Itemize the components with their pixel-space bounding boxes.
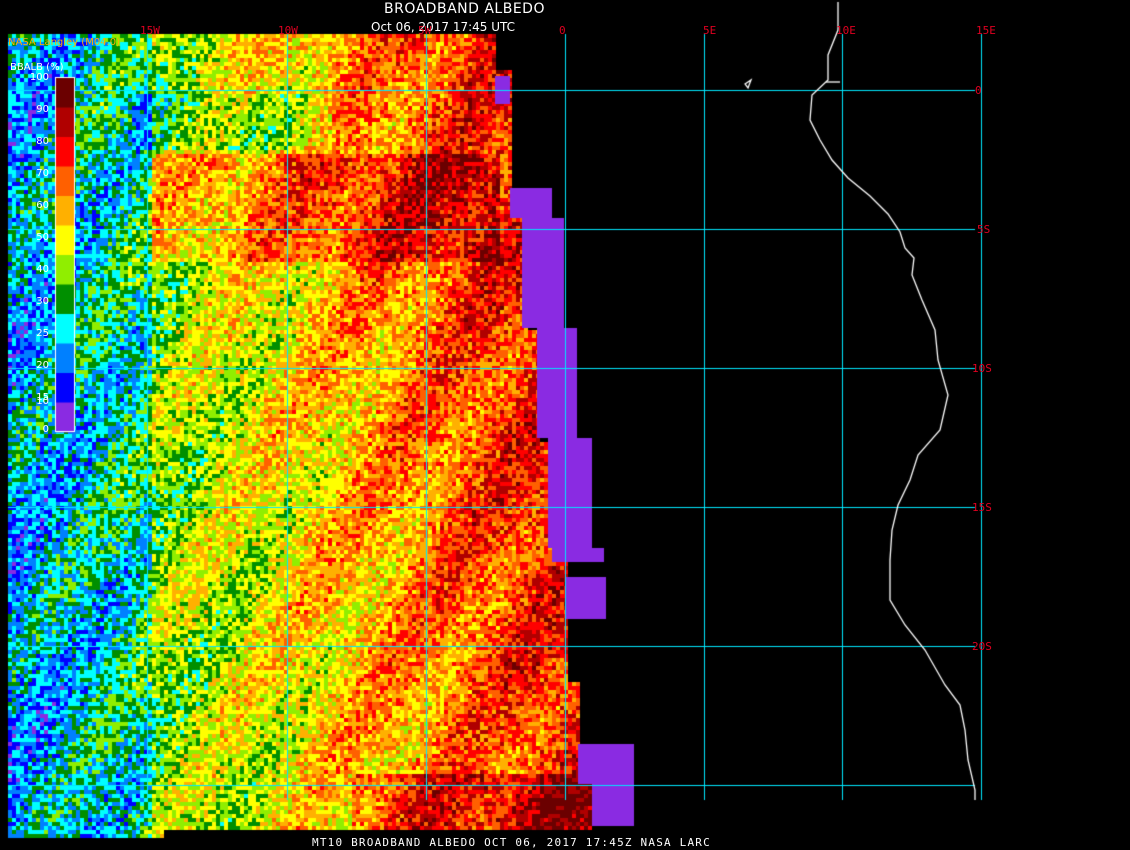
- lon-label: 10E: [836, 24, 856, 37]
- albedo-map: [0, 0, 1130, 850]
- lon-label: 0: [559, 24, 566, 37]
- legend-tick: 30: [36, 296, 49, 307]
- legend-tick: 50: [36, 232, 49, 243]
- lon-label: 10W: [278, 24, 298, 37]
- legend-tick: 40: [36, 264, 49, 275]
- lat-label: 15S: [972, 501, 992, 514]
- lat-label: 5S: [977, 223, 991, 236]
- legend-tick: 100: [29, 72, 49, 83]
- map-timestamp: Oct 06, 2017 17:45 UTC: [371, 20, 515, 34]
- map-title: BROADBAND ALBEDO: [384, 1, 545, 17]
- legend-tick: 0: [42, 424, 49, 435]
- legend-tick: 20: [36, 360, 49, 371]
- lat-label: 10S: [972, 362, 992, 375]
- lat-label: 0: [975, 84, 982, 97]
- footer-caption: MT10 BROADBAND ALBEDO OCT 06, 2017 17:45…: [312, 836, 711, 849]
- legend-tick: 90: [36, 104, 49, 115]
- legend-tick: 80: [36, 136, 49, 147]
- legend-tick: 25: [36, 328, 49, 339]
- lon-label: 5E: [703, 24, 717, 37]
- legend-tick: 60: [36, 200, 49, 211]
- legend-tick: 70: [36, 168, 49, 179]
- legend-tick: 10: [36, 396, 49, 407]
- lat-label: 20S: [972, 640, 992, 653]
- lon-label: 15E: [976, 24, 996, 37]
- lon-label: 15W: [140, 24, 160, 37]
- source-credit: NASA Langley (M04.0): [8, 37, 120, 48]
- lon-label: 5W: [418, 24, 432, 37]
